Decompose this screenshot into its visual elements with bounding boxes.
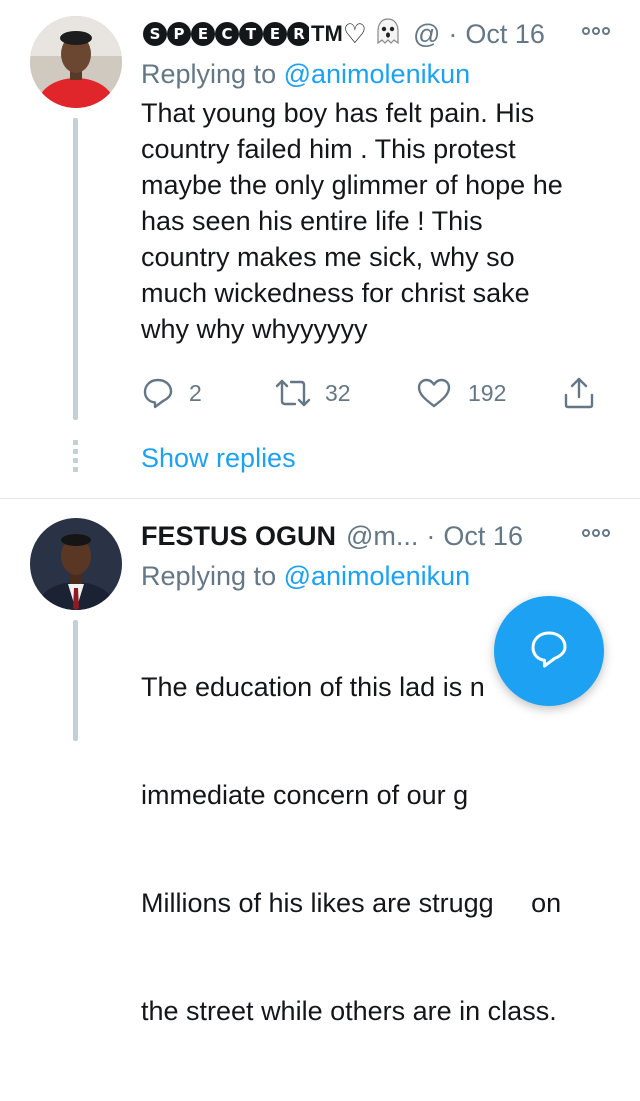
separator: · <box>426 520 436 551</box>
retweet-count: 32 <box>325 379 351 406</box>
thread-dots <box>73 440 78 472</box>
name-circled-letters-icon: S P E C T E R <box>143 22 309 46</box>
display-name[interactable]: FESTUS OGUN <box>141 521 336 552</box>
ghost-icon <box>373 16 403 53</box>
compose-reply-icon <box>527 627 571 676</box>
heart-emoji: ♡ <box>342 18 367 49</box>
share-button[interactable] <box>562 376 596 410</box>
svg-text:S: S <box>150 25 161 43</box>
svg-text:T: T <box>246 25 257 43</box>
tweet-text-line: country failed him . This protest <box>141 134 516 164</box>
tweet-text-line: why why whyyyyyy <box>141 314 368 344</box>
reply-button[interactable]: 2 <box>141 376 273 410</box>
name-suffix: TM <box>311 21 343 46</box>
handle[interactable]: @m... <box>346 521 418 552</box>
tweet-date[interactable]: Oct 16 <box>465 19 545 50</box>
avatar[interactable] <box>30 518 122 610</box>
tweet-text-line: maybe the only glimmer of hope he <box>141 170 563 200</box>
svg-text:E: E <box>270 25 280 43</box>
separator: · <box>448 18 458 49</box>
thread-line <box>73 620 78 741</box>
more-icon[interactable] <box>582 27 610 35</box>
svg-text:E: E <box>198 25 208 43</box>
like-count: 192 <box>468 379 507 406</box>
svg-text:P: P <box>174 25 185 43</box>
tweet-actions: 2 32 192 <box>141 373 620 413</box>
replying-to: Replying to @animolenikun <box>141 55 620 93</box>
tweet-text-line: the street while others are in class. <box>141 996 557 1026</box>
reply-count: 2 <box>189 379 202 406</box>
heart-icon <box>416 376 452 410</box>
tweet-1[interactable]: S P E C T E R TM ♡ @ · Oct 16 Replying t… <box>0 0 640 500</box>
compose-reply-button[interactable] <box>494 596 604 706</box>
like-button[interactable]: 192 <box>416 376 562 410</box>
tweet-text-line: Millions of his likes are strugg on <box>141 888 562 918</box>
retweet-button[interactable]: 32 <box>273 376 416 410</box>
avatar[interactable] <box>30 16 122 108</box>
tweet-text-line: That young boy has felt pain. His <box>141 98 535 128</box>
reply-icon <box>141 376 175 410</box>
retweet-icon <box>273 376 313 410</box>
tweet-text-line: has seen his entire life ! This <box>141 206 483 236</box>
handle[interactable]: @ <box>413 19 440 50</box>
show-replies-link[interactable]: Show replies <box>141 443 296 474</box>
tweet-text-line: country makes me sick, why so <box>141 242 515 272</box>
svg-text:C: C <box>221 25 232 43</box>
tweet-header: S P E C T E R TM ♡ @ · Oct 16 <box>141 14 620 54</box>
tweet-text-line: much wickedness for christ sake <box>141 278 530 308</box>
replying-to-handle[interactable]: @animolenikun <box>284 59 471 89</box>
tweet-text-line: immediate concern of our g <box>141 780 469 810</box>
share-icon <box>562 376 596 410</box>
thread-line <box>73 118 78 420</box>
replying-to-label: Replying to <box>141 561 277 591</box>
replying-to: Replying to @animolenikun <box>141 557 620 595</box>
display-name[interactable]: S P E C T E R TM ♡ <box>141 16 403 53</box>
more-icon[interactable] <box>582 529 610 537</box>
tweet-text: That young boy has felt pain. His countr… <box>141 95 620 347</box>
tweet-date[interactable]: Oct 16 <box>443 521 523 552</box>
tweet-header: FESTUS OGUN @m... · Oct 16 <box>141 516 620 556</box>
replying-to-handle[interactable]: @animolenikun <box>284 561 471 591</box>
svg-text:R: R <box>293 25 305 43</box>
replying-to-label: Replying to <box>141 59 277 89</box>
